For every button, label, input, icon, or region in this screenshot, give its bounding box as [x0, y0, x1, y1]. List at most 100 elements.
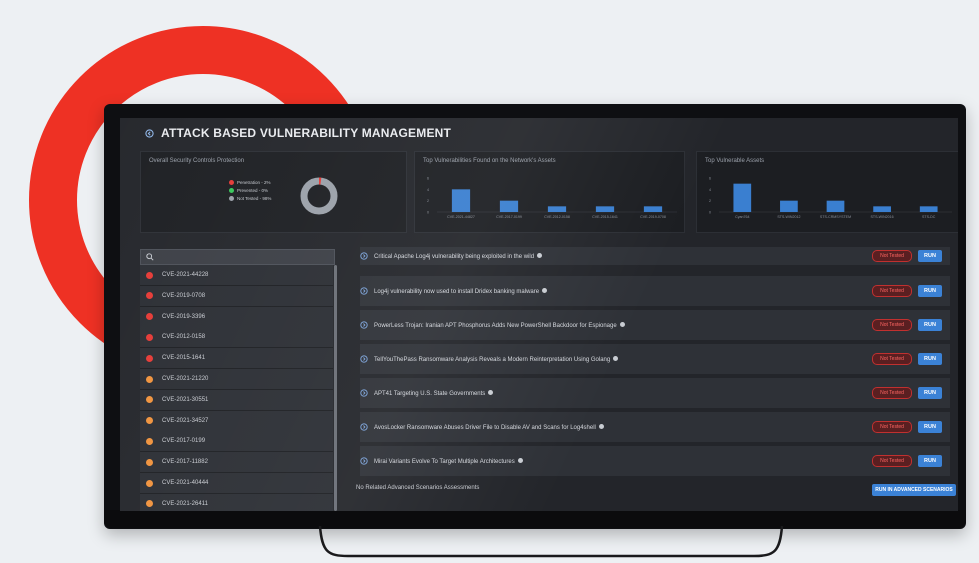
info-icon[interactable] — [613, 355, 619, 361]
legend-item: Penetration - 2% — [229, 179, 271, 187]
y-tick-label: 0 — [427, 211, 429, 215]
bar[interactable] — [643, 206, 663, 212]
y-tick-label: 0 — [709, 211, 711, 215]
status-badge: Not Tested — [872, 353, 912, 365]
legend-item: Prevented - 0% — [229, 187, 271, 195]
cve-list-item[interactable]: CVE-2019-3396 — [140, 306, 333, 328]
x-tick-label: CVE-2019-0708 — [640, 215, 666, 219]
info-icon[interactable] — [542, 287, 548, 293]
severity-dot — [146, 333, 153, 341]
cve-id: CVE-2021-21220 — [162, 376, 209, 382]
cve-list-item[interactable]: CVE-2021-21220 — [140, 369, 333, 390]
info-icon[interactable] — [537, 252, 543, 258]
bar[interactable] — [595, 206, 615, 212]
run-button[interactable]: RUN — [918, 421, 942, 433]
severity-dot — [146, 292, 153, 300]
top-vulnerabilities-card: Top Vulnerabilities Found on the Network… — [414, 151, 685, 233]
severity-dot — [146, 396, 153, 404]
y-tick-label: 4 — [427, 188, 429, 192]
bar[interactable] — [919, 206, 938, 212]
news-item[interactable]: AvosLocker Ransomware Abuses Driver File… — [360, 412, 950, 442]
cve-list-item[interactable]: CVE-2017-0199 — [140, 431, 333, 453]
cve-list-item[interactable]: CVE-2017-11882 — [140, 452, 333, 474]
news-item[interactable]: Log4j vulnerability now used to install … — [360, 276, 950, 306]
cve-list: CVE-2021-44228 CVE-2019-0708 CVE-2019-3396… — [140, 265, 333, 511]
severity-dot — [146, 437, 153, 445]
cve-list-scrollbar[interactable] — [334, 265, 337, 511]
cve-list-item[interactable]: CVE-2015-1641 — [140, 348, 333, 370]
page-header: ATTACK BASED VULNERABILITY MANAGEMENT — [120, 118, 958, 148]
cve-id: CVE-2021-26411 — [162, 500, 208, 507]
news-item[interactable]: TellYouThePass Ransomware Analysis Revea… — [360, 344, 950, 374]
bar[interactable] — [733, 183, 752, 212]
status-badge: Not Tested — [872, 421, 912, 433]
news-title: Mirai Variants Evolve To Target Multiple… — [374, 457, 523, 465]
news-item[interactable]: APT41 Targeting U.S. State Governments No… — [360, 378, 950, 408]
info-circle-icon — [360, 321, 368, 329]
cve-list-item[interactable]: CVE-2012-0158 — [140, 327, 333, 349]
y-tick-label: 6 — [427, 177, 429, 181]
run-button[interactable]: RUN — [918, 285, 942, 297]
top-vulnerabilities-chart: 6 4 2 0 CVE-2021-44827 CVE-2017-0199 CVE-2012-… — [427, 177, 677, 219]
cve-id: CVE-2012-0158 — [162, 334, 206, 341]
protection-legend: Penetration - 2% Prevented - 0% Not Test… — [229, 179, 271, 203]
info-circle-icon — [360, 287, 368, 295]
info-circle-icon — [360, 389, 368, 397]
bar[interactable] — [873, 206, 891, 212]
run-button[interactable]: RUN — [918, 387, 942, 399]
top-assets-card: Top Vulnerable Assets 6 4 2 0 Cyan764 STS-WIN… — [696, 151, 958, 233]
cve-list-item[interactable]: CVE-2021-34527 — [140, 410, 333, 432]
news-title: TellYouThePass Ransomware Analysis Revea… — [374, 355, 619, 363]
bar[interactable] — [780, 200, 798, 212]
severity-dot — [146, 458, 153, 466]
cve-list-item[interactable]: CVE-2021-26411 — [140, 493, 333, 511]
legend-dot — [229, 188, 234, 193]
info-icon[interactable] — [598, 423, 604, 429]
status-badge: Not Tested — [872, 319, 912, 331]
severity-dot — [146, 417, 153, 425]
info-icon[interactable] — [517, 457, 523, 463]
news-item[interactable]: Critical Apache Log4j vulnerability bein… — [360, 247, 950, 265]
cve-id: CVE-2017-11882 — [162, 459, 208, 466]
x-tick-label: Cyan764 — [735, 215, 749, 219]
bar[interactable] — [499, 200, 519, 212]
news-title: APT41 Targeting U.S. State Governments — [374, 389, 494, 397]
cve-list-item[interactable]: CVE-2021-30551 — [140, 389, 333, 411]
cve-list-item[interactable]: CVE-2019-0708 — [140, 285, 333, 307]
cve-id: CVE-2021-34527 — [162, 417, 209, 424]
news-title: AvosLocker Ransomware Abuses Driver File… — [374, 423, 604, 431]
cve-id: CVE-2021-40444 — [162, 480, 209, 486]
run-button[interactable]: RUN — [918, 250, 942, 262]
back-icon[interactable] — [143, 127, 155, 139]
x-tick-label: STS-WIN2012 — [777, 215, 800, 219]
x-tick-label: CVE-2012-0158 — [544, 215, 570, 219]
news-item[interactable]: Mirai Variants Evolve To Target Multiple… — [360, 446, 950, 476]
run-button[interactable]: RUN — [918, 353, 942, 365]
cve-list-item[interactable]: CVE-2021-40444 — [140, 473, 333, 494]
cve-list-item[interactable]: CVE-2021-44228 — [140, 265, 333, 286]
bar[interactable] — [547, 206, 567, 212]
severity-dot — [146, 354, 153, 362]
run-button[interactable]: RUN — [918, 455, 942, 467]
legend-dot — [229, 196, 234, 201]
news-item[interactable]: PowerLess Trojan: Iranian APT Phosphorus… — [360, 310, 950, 340]
monitor-stand — [318, 526, 784, 558]
status-badge: Not Tested — [872, 387, 912, 399]
x-tick-label: STS-DC — [922, 215, 936, 219]
cve-id: CVE-2017-0199 — [162, 438, 206, 445]
severity-dot — [146, 313, 153, 321]
run-button[interactable]: RUN — [918, 319, 942, 331]
info-icon[interactable] — [488, 389, 494, 395]
run-advanced-scenarios-button[interactable]: RUN IN ADVANCED SCENARIOS — [872, 484, 956, 496]
bar[interactable] — [451, 189, 471, 212]
search-input[interactable] — [140, 249, 335, 265]
severity-dot — [146, 375, 153, 383]
x-tick-label: CVE-2015-1641 — [592, 215, 618, 219]
bar[interactable] — [826, 200, 845, 212]
cve-id: CVE-2021-30551 — [162, 396, 209, 403]
info-icon[interactable] — [619, 321, 625, 327]
news-title: Log4j vulnerability now used to install … — [374, 287, 548, 295]
status-badge: Not Tested — [872, 455, 912, 467]
protection-donut-chart — [300, 177, 338, 215]
y-tick-label: 4 — [709, 188, 711, 192]
